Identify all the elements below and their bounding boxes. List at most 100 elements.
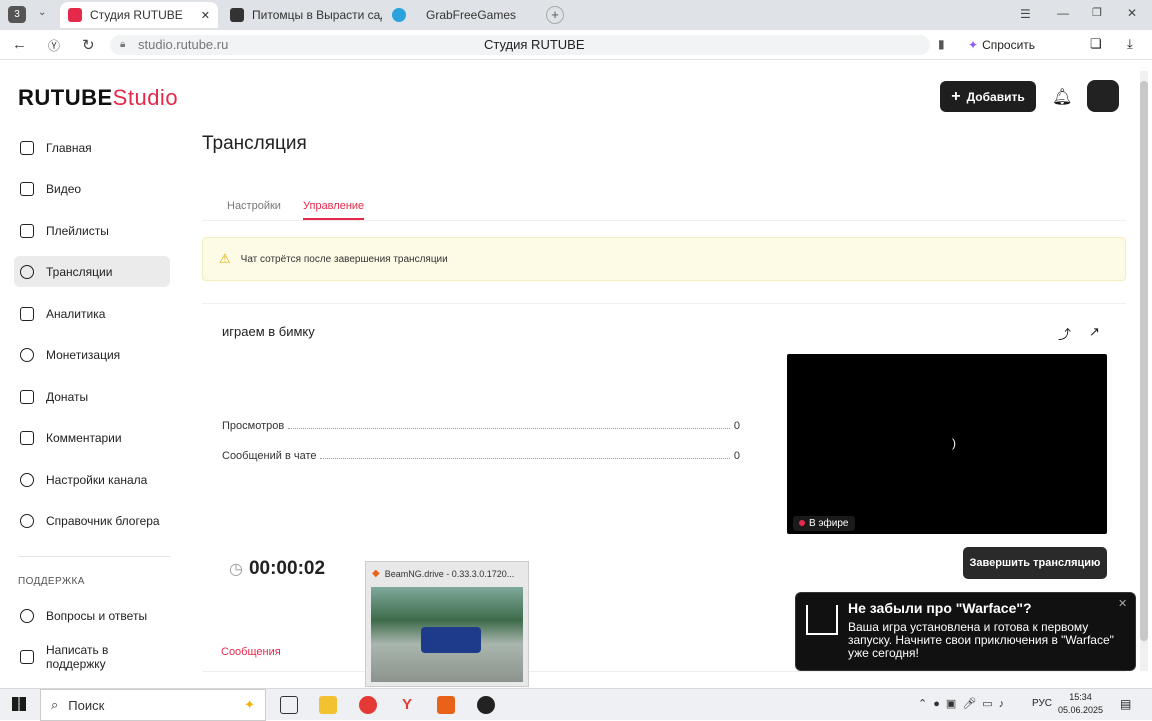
tab-pets[interactable]: Питомцы в Вырасти сад! bbox=[222, 2, 382, 28]
reload-icon[interactable]: ↻ bbox=[82, 36, 95, 54]
back-icon[interactable]: ← bbox=[12, 36, 27, 53]
tab-management[interactable]: Управление bbox=[303, 200, 365, 220]
yandex-app-icon[interactable]: Y bbox=[398, 696, 416, 714]
ask-button[interactable]: ✦ Спросить bbox=[968, 35, 1035, 55]
close-icon[interactable]: ✕ bbox=[1118, 597, 1127, 610]
sidebar-item-label: Главная bbox=[46, 140, 92, 155]
restore-icon[interactable]: ❐ bbox=[1092, 6, 1102, 19]
sidebar-item-channel-settings[interactable]: Настройки канала bbox=[14, 464, 170, 495]
add-label: Добавить bbox=[966, 89, 1025, 104]
preview-thumbnail[interactable] bbox=[371, 587, 523, 682]
warface-notification[interactable]: Не забыли про "Warface"? Ваша игра устан… bbox=[795, 592, 1136, 671]
telegram-favicon bbox=[392, 8, 406, 22]
donation-icon bbox=[20, 389, 34, 404]
sidebar-item-blogger-guide[interactable]: Справочник блогера bbox=[14, 505, 170, 536]
add-button[interactable]: + Добавить bbox=[940, 81, 1036, 112]
sidebar-item-comments[interactable]: Комментарии bbox=[14, 422, 170, 453]
list-icon bbox=[20, 223, 34, 238]
rutube-favicon bbox=[68, 8, 82, 22]
tray-icons[interactable]: ⌃●▣🎤︎▭♪ bbox=[918, 697, 1010, 710]
beamng-taskbar-icon[interactable] bbox=[437, 696, 455, 714]
scrollbar[interactable] bbox=[1140, 71, 1148, 671]
chart-icon bbox=[20, 306, 34, 321]
tab-settings[interactable]: Настройки bbox=[227, 200, 281, 212]
obs-icon[interactable] bbox=[477, 696, 495, 714]
scrollbar-thumb[interactable] bbox=[1140, 81, 1148, 641]
yandex-browser-icon[interactable] bbox=[359, 696, 377, 714]
windows-start-icon[interactable] bbox=[12, 697, 26, 711]
loading-spinner: ) bbox=[952, 436, 956, 450]
sidebar-divider bbox=[18, 556, 170, 557]
sidebar-item-contact-support[interactable]: Написать в поддержку bbox=[14, 641, 170, 672]
task-view-icon[interactable] bbox=[280, 696, 298, 714]
stat-value: 0 bbox=[733, 420, 740, 432]
sidebar-item-video[interactable]: Видео bbox=[14, 173, 170, 204]
rutube-studio-logo[interactable]: RUTUBEStudio bbox=[18, 85, 178, 111]
stat-chat-messages: Сообщений в чате 0 bbox=[222, 450, 740, 462]
notification-title: Не забыли про "Warface"? bbox=[848, 600, 1032, 616]
collections-icon[interactable]: ❏ bbox=[1090, 36, 1102, 52]
new-tab-icon[interactable]: + bbox=[546, 6, 564, 24]
avatar[interactable] bbox=[1087, 80, 1119, 112]
tab-label: Студия RUTUBE bbox=[90, 8, 183, 22]
yandex-icon[interactable]: Ⓨ bbox=[48, 37, 60, 54]
tab-counter[interactable]: 3 bbox=[8, 6, 26, 23]
live-dot-icon bbox=[799, 520, 805, 526]
coin-icon bbox=[20, 347, 34, 362]
tab-messages[interactable]: Сообщения bbox=[221, 646, 281, 658]
notifications-icon[interactable]: ▤ bbox=[1120, 697, 1131, 711]
plus-icon: + bbox=[951, 87, 961, 105]
tab-rutube-studio[interactable]: Студия RUTUBE ✕ bbox=[60, 2, 218, 28]
stream-preview-player[interactable]: ) В эфире bbox=[787, 354, 1107, 534]
taskbar-search[interactable]: ⌕ Поиск ✦ bbox=[40, 689, 266, 721]
address-bar: ← Ⓨ ↻ 🔒︎ studio.rutube.ru Студия RUTUBE … bbox=[0, 30, 1152, 60]
close-icon[interactable]: ✕ bbox=[201, 9, 210, 22]
sidebar-item-label: Донаты bbox=[46, 389, 89, 404]
file-explorer-icon[interactable] bbox=[319, 696, 337, 714]
vk-favicon bbox=[230, 8, 244, 22]
support-heading: ПОДДЕРЖКА bbox=[18, 576, 85, 587]
sidebar-item-label: Аналитика bbox=[46, 306, 106, 321]
external-link-icon[interactable]: ↗ bbox=[1089, 324, 1100, 340]
url-text: studio.rutube.ru bbox=[138, 37, 229, 52]
page-title: Трансляция bbox=[202, 133, 307, 154]
search-icon: ⌕ bbox=[51, 697, 59, 712]
comment-icon bbox=[20, 430, 34, 445]
truck-image bbox=[421, 627, 481, 653]
date: 05.06.2025 bbox=[1058, 705, 1104, 715]
time: 15:34 bbox=[1069, 692, 1092, 702]
stream-title: играем в бимку bbox=[222, 324, 315, 339]
download-icon[interactable]: ⤓ bbox=[1127, 36, 1133, 52]
browser-tab-bar: 3 ⌄ Студия RUTUBE ✕ Питомцы в Вырасти са… bbox=[0, 0, 1152, 30]
sidebar-item-label: Комментарии bbox=[46, 430, 122, 445]
stream-tabs: Настройки Управление bbox=[202, 188, 1126, 221]
ask-label: Спросить bbox=[982, 38, 1036, 52]
stat-views: Просмотров 0 bbox=[222, 420, 740, 432]
sidebar-item-home[interactable]: Главная bbox=[14, 132, 170, 163]
home-icon bbox=[20, 140, 34, 155]
sidebar-item-playlists[interactable]: Плейлисты bbox=[14, 215, 170, 246]
notification-body: Ваша игра установлена и готова к первому… bbox=[848, 620, 1114, 660]
sidebar-item-donations[interactable]: Донаты bbox=[14, 381, 170, 412]
bell-icon[interactable]: 🔔︎ bbox=[1052, 87, 1072, 107]
close-window-icon[interactable]: ✕ bbox=[1127, 6, 1137, 20]
broadcast-icon bbox=[20, 264, 34, 279]
menu-icon[interactable]: ☰ bbox=[1020, 7, 1031, 21]
share-icon[interactable]: ⤴ bbox=[1058, 324, 1071, 343]
tabs-dropdown-icon[interactable]: ⌄ bbox=[38, 7, 46, 18]
beamng-icon: ◆ bbox=[372, 568, 380, 579]
logo-studio: Studio bbox=[112, 85, 179, 110]
minimize-icon[interactable]: — bbox=[1057, 6, 1069, 20]
sidebar-item-faq[interactable]: Вопросы и ответы bbox=[14, 600, 170, 631]
question-icon bbox=[20, 608, 34, 623]
language-indicator[interactable]: РУС bbox=[1032, 698, 1052, 709]
taskbar-preview-popup[interactable]: ◆ BeamNG.drive - 0.33.3.0.1720... bbox=[365, 561, 529, 687]
clock[interactable]: 15:34 05.06.2025 bbox=[1058, 691, 1103, 717]
sidebar-item-monetization[interactable]: Монетизация bbox=[14, 339, 170, 370]
bookmark-icon[interactable]: ▮ bbox=[938, 37, 945, 51]
end-stream-button[interactable]: Завершить трансляцию bbox=[963, 547, 1107, 579]
sidebar-item-analytics[interactable]: Аналитика bbox=[14, 298, 170, 329]
lock-icon: 🔒︎ bbox=[120, 39, 126, 50]
sidebar-item-streams[interactable]: Трансляции bbox=[14, 256, 170, 287]
tab-grabfreegames[interactable]: GrabFreeGames bbox=[384, 2, 544, 28]
